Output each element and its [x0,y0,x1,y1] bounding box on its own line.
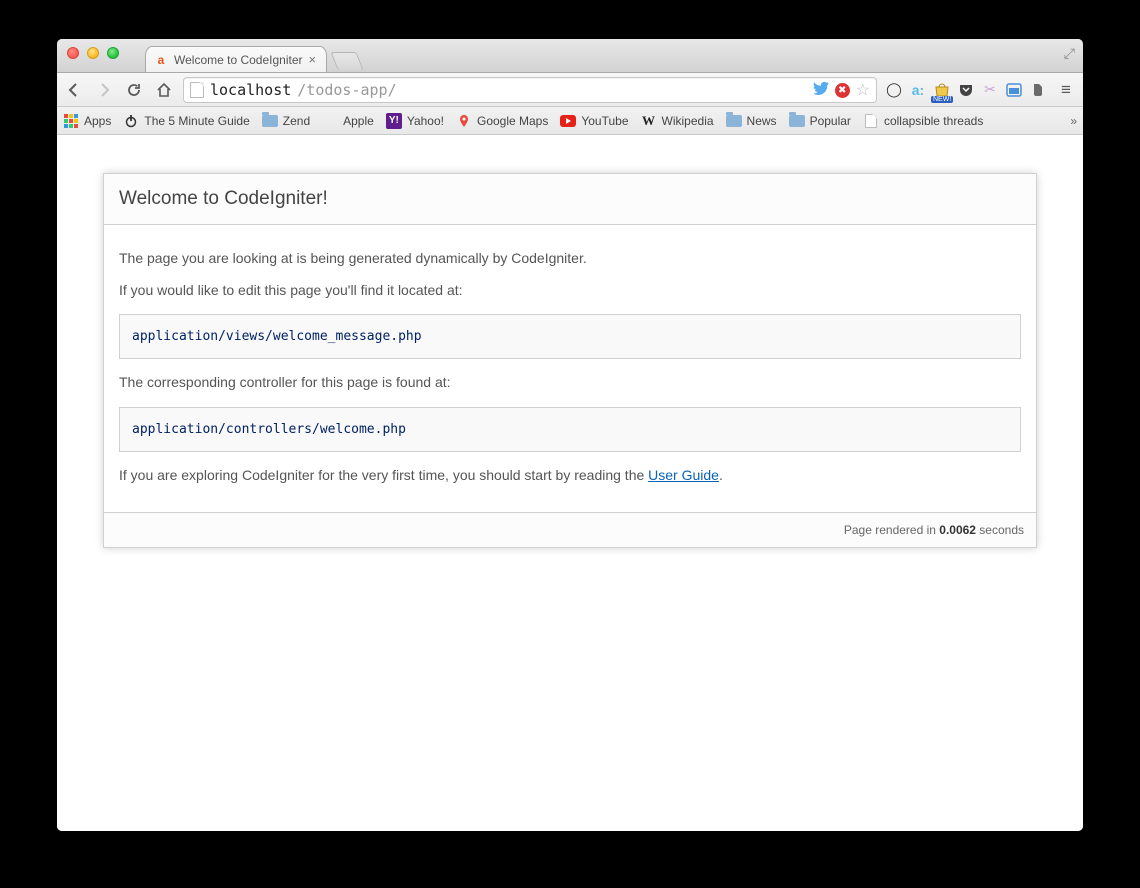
titlebar: a Welcome to CodeIgniter × ⤢ [57,39,1083,73]
paragraph: The page you are looking at is being gen… [119,249,1021,269]
close-tab-button[interactable]: × [309,52,317,67]
bookmark-item[interactable]: YouTube [560,113,628,129]
url-host: localhost [210,81,291,99]
apple-icon [322,113,338,129]
fullscreen-icon[interactable]: ⤢ [1064,45,1075,62]
evernote-icon[interactable] [1029,81,1047,99]
new-tab-button[interactable] [330,52,363,70]
bookmark-item[interactable]: Google Maps [456,113,548,129]
reload-button[interactable] [123,79,145,101]
content-footer: Page rendered in 0.0062 seconds [104,512,1036,547]
bookmark-label: The 5 Minute Guide [144,114,249,128]
bookmarks-bar: Apps The 5 Minute Guide Zend Apple Y! Ya… [57,107,1083,135]
home-button[interactable] [153,79,175,101]
page-title: Welcome to CodeIgniter! [104,174,1036,225]
extension-icon[interactable] [1005,81,1023,99]
adblock-icon[interactable]: ✖ [835,81,850,98]
bookmark-item[interactable]: Apple [322,113,374,129]
code-path: application/controllers/welcome.php [119,407,1021,452]
folder-icon [726,113,742,129]
close-window-button[interactable] [67,47,79,59]
paragraph: If you would like to edit this page you'… [119,281,1021,301]
bookmark-label: Yahoo! [407,114,444,128]
power-icon [123,113,139,129]
paragraph: If you are exploring CodeIgniter for the… [119,466,1021,486]
page-viewport: Welcome to CodeIgniter! The page you are… [57,135,1083,831]
window-controls [67,47,119,59]
minimize-window-button[interactable] [87,47,99,59]
address-bar[interactable]: localhost/todos-app/ ✖ ☆ [183,77,877,103]
maximize-window-button[interactable] [107,47,119,59]
folder-icon [789,113,805,129]
bookmark-star-icon[interactable]: ☆ [856,80,870,100]
bookmark-label: Apps [84,114,111,128]
text: . [719,467,723,483]
footer-text: Page rendered in [844,523,939,537]
footer-text: seconds [976,523,1024,537]
wikipedia-icon: W [641,113,657,129]
bookmarks-overflow-button[interactable]: » [1070,114,1077,128]
bookmark-label: News [747,114,777,128]
bookmark-label: Google Maps [477,114,548,128]
page-icon [863,113,879,129]
render-time: 0.0062 [939,523,976,537]
extension-badge: NEW! [931,96,953,103]
maps-icon [456,113,472,129]
menu-button[interactable]: ≡ [1055,80,1077,100]
browser-window: a Welcome to CodeIgniter × ⤢ localhost/t… [57,39,1083,831]
bookmark-label: Wikipedia [662,114,714,128]
bookmark-label: Apple [343,114,374,128]
bookmark-item[interactable]: Popular [789,113,851,129]
browser-tab[interactable]: a Welcome to CodeIgniter × [145,46,327,72]
yahoo-icon: Y! [386,113,402,129]
bookmark-item[interactable]: News [726,113,777,129]
user-guide-link[interactable]: User Guide [648,467,719,483]
favicon-icon: a [154,53,168,67]
bookmark-label: YouTube [581,114,628,128]
bookmark-item[interactable]: W Wikipedia [641,113,714,129]
youtube-icon [560,113,576,129]
omnibox-actions: ✖ ☆ [813,80,870,100]
tab-title: Welcome to CodeIgniter [174,53,303,67]
apps-button[interactable]: Apps [63,113,111,129]
bookmark-label: Zend [283,114,310,128]
paragraph: The corresponding controller for this pa… [119,373,1021,393]
twitter-icon[interactable] [813,80,829,99]
extension-icon[interactable]: ◯ [885,81,903,99]
pocket-icon[interactable] [957,81,975,99]
tab-strip: a Welcome to CodeIgniter × [145,39,360,72]
back-button[interactable] [63,79,85,101]
bookmark-item[interactable]: collapsible threads [863,113,983,129]
url-path: /todos-app/ [297,81,396,99]
content-container: Welcome to CodeIgniter! The page you are… [103,173,1037,548]
forward-button[interactable] [93,79,115,101]
bookmark-item[interactable]: The 5 Minute Guide [123,113,249,129]
bookmark-item[interactable]: Y! Yahoo! [386,113,444,129]
extension-icon[interactable]: a: [909,81,927,99]
extension-icon[interactable]: ✂ [981,81,999,99]
content-body: The page you are looking at is being gen… [104,225,1036,512]
bookmark-label: Popular [810,114,851,128]
extension-icons: ◯ a: NEW! ✂ [885,81,1047,99]
nav-toolbar: localhost/todos-app/ ✖ ☆ ◯ a: NEW! ✂ [57,73,1083,107]
extension-shopping-icon[interactable]: NEW! [933,81,951,99]
bookmark-item[interactable]: Zend [262,113,310,129]
bookmark-label: collapsible threads [884,114,983,128]
code-path: application/views/welcome_message.php [119,314,1021,359]
text: If you are exploring CodeIgniter for the… [119,467,648,483]
page-icon [190,82,204,98]
apps-icon [63,113,79,129]
folder-icon [262,113,278,129]
